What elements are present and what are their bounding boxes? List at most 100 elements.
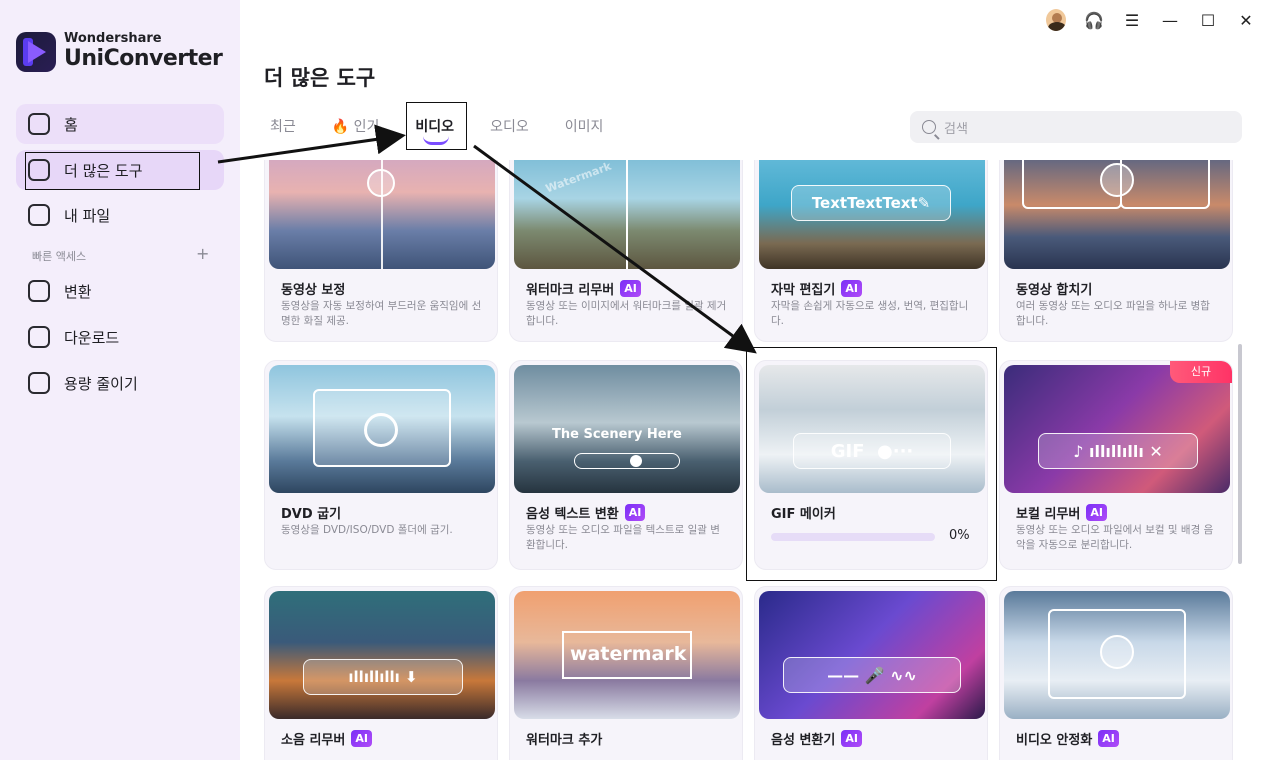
overlay-text: TextTextText — [811, 194, 918, 212]
convert-icon — [28, 280, 50, 302]
ai-badge: AI — [624, 504, 646, 521]
compress-icon — [28, 372, 50, 394]
quick-access-label: 빠른 액세스 — [32, 250, 87, 263]
stabilize-icon — [1100, 635, 1134, 669]
highlight-box-video-tab — [406, 102, 467, 150]
brand: Wondershare UniConverter — [16, 31, 223, 72]
tool-card-video-merge[interactable]: 동영상 합치기 여러 동영상 또는 오디오 파일을 하나로 병합합니다. — [999, 160, 1233, 342]
ai-badge: AI — [841, 730, 862, 747]
merge-icon — [1100, 163, 1134, 197]
search-input[interactable]: 검색 — [910, 111, 1242, 143]
card-title-text: 음성 변환기 — [771, 733, 836, 748]
sidebar-item-download[interactable]: 다운로드 — [16, 317, 224, 357]
thumbnail — [269, 365, 495, 493]
tool-card-video-stabilize[interactable]: 비디오 안정화 AI — [999, 586, 1233, 760]
maximize-button[interactable]: ☐ — [1198, 10, 1218, 30]
voice-overlay: —— 🎤 ∿∿ — [783, 657, 961, 693]
fire-icon: 🔥 — [331, 119, 350, 135]
download-icon — [28, 326, 50, 348]
highlight-box-gif-maker — [746, 347, 997, 581]
tool-card-noise-remover[interactable]: ıllıllıllı ⬇ 소음 리무버 AI — [264, 586, 498, 760]
tool-card-subtitle-editor[interactable]: TextTextText ✎ 자막 편집기 AI 자막을 손쉽게 자동으로 생성,… — [754, 160, 988, 342]
home-icon — [28, 113, 50, 135]
brand-top: Wondershare — [64, 31, 162, 46]
maximize-icon: ☐ — [1200, 10, 1216, 30]
card-title: 동영상 합치기 — [1016, 283, 1093, 298]
sidebar-item-label: 내 파일 — [64, 206, 111, 225]
tab-popular[interactable]: 🔥 인기 — [332, 116, 380, 136]
tool-card-vocal-remover[interactable]: ♪ ıllıllıllı ✕ 신규 보컬 리무버 AI 동영상 또는 오디오 파일… — [999, 360, 1233, 570]
card-title: 워터마크 추가 — [526, 733, 603, 748]
headset-icon: 🎧 — [1084, 10, 1104, 30]
watermark-text: Watermark — [543, 160, 614, 196]
card-desc: 동영상 또는 오디오 파일을 텍스트로 일괄 변환합니다. — [526, 524, 720, 551]
card-desc: 동영상 또는 이미지에서 워터마크를 일괄 제거합니다. — [526, 300, 727, 327]
card-title-text: 보컬 리무버 — [1016, 507, 1081, 522]
sidebar-item-convert[interactable]: 변환 — [16, 271, 224, 311]
overlay-text: The Scenery Here — [552, 427, 682, 442]
card-title: 비디오 안정화 AI — [1016, 729, 1119, 748]
app-logo — [16, 32, 56, 72]
file-icon — [28, 204, 50, 226]
card-desc: 자막을 손쉽게 자동으로 생성, 번역, 편집합니다. — [771, 300, 969, 327]
search-icon — [922, 120, 936, 134]
thumbnail — [1004, 591, 1230, 719]
ai-badge: AI — [351, 730, 372, 747]
tool-card-video-enhance[interactable]: 동영상 보정 동영상을 자동 보정하여 부드러운 움직임에 선명한 화질 제공. — [264, 160, 498, 342]
card-title: 음성 변환기 AI — [771, 729, 862, 748]
tool-card-watermark-remover[interactable]: Watermark 워터마크 리무버 AI 동영상 또는 이미지에서 워터마크를 … — [509, 160, 743, 342]
overlay-text: watermark — [570, 643, 687, 665]
thumbnail: ıllıllıllı ⬇ — [269, 591, 495, 719]
thumbnail — [1004, 160, 1230, 269]
tool-card-add-watermark[interactable]: watermark 워터마크 추가 — [509, 586, 743, 760]
thumbnail: The Scenery Here — [514, 365, 740, 493]
thumbnail — [269, 160, 495, 269]
menu-button[interactable]: ☰ — [1122, 10, 1142, 30]
tab-audio[interactable]: 오디오 — [490, 116, 529, 136]
sidebar: Wondershare UniConverter 홈 더 많은 도구 내 파일 … — [0, 0, 240, 760]
ai-badge: AI — [1098, 730, 1119, 747]
vocal-overlay: ♪ ıllıllıllı ✕ — [1038, 433, 1198, 469]
card-title: 보컬 리무버 AI — [1016, 503, 1107, 522]
tool-card-speech-to-text[interactable]: The Scenery Here 음성 텍스트 변환 AI 동영상 또는 오디오 … — [509, 360, 743, 570]
tab-popular-label: 인기 — [353, 119, 380, 135]
sidebar-item-home[interactable]: 홈 — [16, 104, 224, 144]
thumbnail: Watermark — [514, 160, 740, 269]
card-title-text: 비디오 안정화 — [1016, 733, 1093, 748]
close-button[interactable]: ✕ — [1236, 10, 1256, 30]
scrollbar[interactable] — [1238, 344, 1242, 564]
minimize-icon: — — [1162, 10, 1178, 30]
tab-image[interactable]: 이미지 — [565, 116, 604, 136]
card-title: 동영상 보정 — [281, 283, 346, 298]
sidebar-item-my-files[interactable]: 내 파일 — [16, 195, 224, 235]
highlight-box-more-tools — [25, 152, 200, 190]
play-icon — [367, 169, 395, 197]
card-desc: 여러 동영상 또는 오디오 파일을 하나로 병합합니다. — [1016, 300, 1210, 327]
card-title: 음성 텍스트 변환 AI — [526, 503, 646, 522]
sidebar-item-label: 용량 줄이기 — [64, 374, 138, 393]
thumbnail: TextTextText ✎ — [759, 160, 985, 269]
card-desc: 동영상을 DVD/ISO/DVD 폴더에 굽기. — [281, 524, 453, 536]
minimize-button[interactable]: — — [1160, 10, 1180, 30]
ai-badge: AI — [1086, 504, 1107, 521]
thumbnail: ♪ ıllıllıllı ✕ — [1004, 365, 1230, 493]
new-badge: 신규 — [1170, 361, 1232, 383]
add-quick-access-button[interactable]: + — [196, 244, 209, 263]
ai-badge: AI — [841, 280, 862, 297]
account-button[interactable] — [1046, 9, 1066, 31]
support-button[interactable]: 🎧 — [1084, 10, 1104, 30]
sidebar-item-label: 변환 — [64, 282, 92, 301]
arrow-to-video-tab — [217, 124, 406, 164]
tool-card-dvd-burn[interactable]: DVD 굽기 동영상을 DVD/ISO/DVD 폴더에 굽기. — [264, 360, 498, 570]
card-desc: 동영상 또는 오디오 파일에서 보컬 및 배경 음악을 자동으로 분리합니다. — [1016, 524, 1214, 551]
card-title-text: 소음 리무버 — [281, 733, 346, 748]
tool-card-voice-changer[interactable]: —— 🎤 ∿∿ 음성 변환기 AI — [754, 586, 988, 760]
ai-badge: AI — [620, 280, 641, 297]
disc-icon — [364, 413, 398, 447]
thumbnail: watermark — [514, 591, 740, 719]
card-title: 워터마크 리무버 AI — [526, 279, 641, 298]
card-title-text: 자막 편집기 — [771, 283, 836, 298]
sidebar-item-compress[interactable]: 용량 줄이기 — [16, 363, 224, 403]
page-title: 더 많은 도구 — [264, 66, 376, 90]
tab-recent[interactable]: 최근 — [270, 116, 296, 136]
